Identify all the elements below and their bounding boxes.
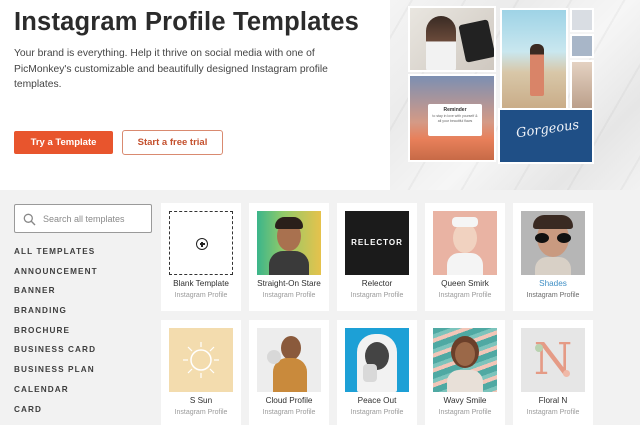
template-card-shades[interactable]: Shades Instagram Profile (513, 203, 593, 311)
template-thumbnail[interactable] (257, 211, 321, 275)
template-name[interactable]: S Sun (161, 396, 241, 405)
template-type: Instagram Profile (350, 409, 404, 416)
search-icon (23, 213, 36, 226)
template-thumb-text: N (533, 334, 573, 385)
search-box[interactable] (14, 204, 152, 233)
template-type: Instagram Profile (350, 292, 404, 299)
reminder-text: to stay in love with yourself & all your… (432, 114, 478, 123)
category-card[interactable]: CARD (14, 405, 98, 425)
reminder-title: Reminder (443, 107, 467, 113)
template-thumbnail[interactable]: RELECTOR (345, 211, 409, 275)
plus-circle-icon (196, 238, 208, 250)
template-name[interactable]: Wavy Smile (425, 396, 505, 405)
template-name[interactable]: Straight-On Stare (249, 279, 329, 288)
collage-photo-phone (408, 6, 496, 72)
template-card-peace-out[interactable]: Peace Out Instagram Profile (337, 320, 417, 425)
template-thumbnail[interactable] (169, 211, 233, 275)
hero-description: Your brand is everything. Help it thrive… (14, 48, 328, 90)
template-card-s-sun[interactable]: S Sun Instagram Profile (161, 320, 241, 425)
collage-thumb (570, 60, 594, 114)
hero-section: Instagram Profile Templates Your brand i… (0, 0, 640, 190)
template-type: Instagram Profile (262, 409, 316, 416)
category-brochure[interactable]: BROCHURE (14, 326, 98, 346)
script-text: Gorgeous (515, 117, 581, 142)
template-thumbnail[interactable] (433, 211, 497, 275)
category-banner[interactable]: BANNER (14, 286, 98, 306)
collage-script-card: Gorgeous (498, 108, 594, 164)
template-name[interactable]: Relector (337, 279, 417, 288)
template-type: Instagram Profile (526, 292, 580, 299)
collage-photo-beach (500, 8, 568, 116)
template-thumbnail[interactable] (345, 328, 409, 392)
template-name[interactable]: Cloud Profile (249, 396, 329, 405)
template-type: Instagram Profile (174, 409, 228, 416)
template-thumb-text: RELECTOR (351, 238, 403, 247)
template-type: Instagram Profile (174, 292, 228, 299)
template-card-blank[interactable]: Blank Template Instagram Profile (161, 203, 241, 311)
collage-reminder-card: Reminder to stay in love with yourself &… (408, 74, 496, 162)
category-calendar[interactable]: CALENDAR (14, 385, 98, 405)
category-business-card[interactable]: BUSINESS CARD (14, 345, 98, 365)
template-card-queen-smirk[interactable]: Queen Smirk Instagram Profile (425, 203, 505, 311)
template-card-straight-on-stare[interactable]: Straight-On Stare Instagram Profile (249, 203, 329, 311)
template-type: Instagram Profile (438, 409, 492, 416)
template-type: Instagram Profile (438, 292, 492, 299)
template-name[interactable]: Shades (513, 279, 593, 288)
collage-thumb (570, 8, 594, 32)
template-thumbnail[interactable] (257, 328, 321, 392)
template-card-cloud-profile[interactable]: Cloud Profile Instagram Profile (249, 320, 329, 425)
template-thumbnail[interactable] (433, 328, 497, 392)
template-name[interactable]: Peace Out (337, 396, 417, 405)
template-name[interactable]: Floral N (513, 396, 593, 405)
category-list: ALL TEMPLATES ANNOUNCEMENT BANNER BRANDI… (14, 247, 98, 424)
template-card-floral-n[interactable]: N Floral N Instagram Profile (513, 320, 593, 425)
template-name[interactable]: Queen Smirk (425, 279, 505, 288)
category-branding[interactable]: BRANDING (14, 306, 98, 326)
category-business-plan[interactable]: BUSINESS PLAN (14, 365, 98, 385)
template-thumbnail[interactable] (169, 328, 233, 392)
try-template-button[interactable]: Try a Template (14, 131, 113, 154)
start-free-trial-button[interactable]: Start a free trial (122, 130, 223, 155)
collage-thumb (570, 34, 594, 58)
template-type: Instagram Profile (262, 292, 316, 299)
template-type: Instagram Profile (526, 409, 580, 416)
template-thumbnail[interactable]: N (521, 328, 585, 392)
template-name[interactable]: Blank Template (161, 279, 241, 288)
template-card-wavy-smile[interactable]: Wavy Smile Instagram Profile (425, 320, 505, 425)
category-all-templates[interactable]: ALL TEMPLATES (14, 247, 98, 267)
category-announcement[interactable]: ANNOUNCEMENT (14, 267, 98, 287)
page-title: Instagram Profile Templates (14, 8, 360, 36)
template-card-relector[interactable]: RELECTOR Relector Instagram Profile (337, 203, 417, 311)
sun-icon (183, 342, 219, 378)
search-input[interactable] (43, 211, 147, 227)
template-thumbnail[interactable] (521, 211, 585, 275)
